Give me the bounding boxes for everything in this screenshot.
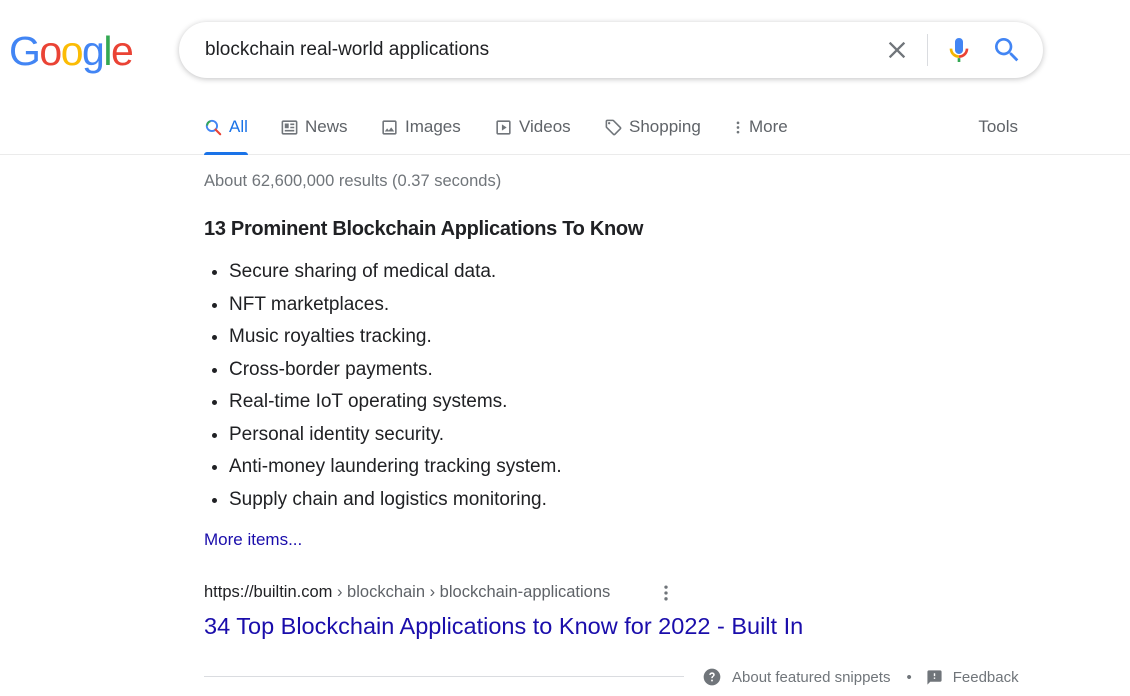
tab-label: More xyxy=(749,117,788,136)
result-url[interactable]: https://builtin.com › blockchain › block… xyxy=(204,583,610,602)
search-icon xyxy=(205,119,222,135)
tab-label: All xyxy=(229,117,248,136)
featured-snippet-list: Secure sharing of medical data. NFT mark… xyxy=(204,256,562,516)
tab-news[interactable]: News xyxy=(280,100,348,154)
news-icon xyxy=(281,119,298,135)
feedback-link[interactable]: Feedback xyxy=(926,669,1019,686)
list-item: Cross-border payments. xyxy=(229,354,562,387)
tab-videos[interactable]: Videos xyxy=(494,100,571,154)
tab-label: News xyxy=(305,117,348,136)
search-box xyxy=(179,22,1043,78)
tools-button[interactable]: Tools xyxy=(978,100,1018,154)
close-icon xyxy=(888,41,906,59)
tab-label: Videos xyxy=(519,117,571,136)
result-path: › blockchain › blockchain-applications xyxy=(332,583,611,601)
tab-label: Shopping xyxy=(629,117,701,136)
search-tabs: All News Images Videos Shopping More Too… xyxy=(0,100,1130,155)
tools-label: Tools xyxy=(978,117,1018,136)
more-vert-icon xyxy=(664,585,668,601)
separator-dot: • xyxy=(906,668,912,686)
search-icon xyxy=(995,38,1019,62)
list-item: Personal identity security. xyxy=(229,419,562,452)
microphone-icon xyxy=(949,38,969,62)
list-item: Real-time IoT operating systems. xyxy=(229,386,562,419)
search-divider xyxy=(927,34,928,66)
featured-snippet-title: 13 Prominent Blockchain Applications To … xyxy=(204,218,644,240)
logo-letter: G xyxy=(9,28,41,74)
tab-shopping[interactable]: Shopping xyxy=(604,100,701,154)
result-options-button[interactable] xyxy=(656,583,676,603)
logo-letter: o xyxy=(39,28,62,74)
list-item: Music royalties tracking. xyxy=(229,321,562,354)
clear-search-button[interactable] xyxy=(883,36,911,64)
google-logo[interactable]: Google xyxy=(9,28,134,74)
about-featured-snippets-link[interactable]: About featured snippets xyxy=(702,667,890,687)
feedback-label: Feedback xyxy=(952,668,1019,686)
result-stats: About 62,600,000 results (0.37 seconds) xyxy=(204,172,502,190)
help-icon xyxy=(703,668,721,686)
list-item: Supply chain and logistics monitoring. xyxy=(229,484,562,517)
logo-letter: g xyxy=(82,28,105,74)
video-icon xyxy=(496,119,511,135)
tab-images[interactable]: Images xyxy=(380,100,461,154)
search-input[interactable] xyxy=(205,22,845,78)
logo-letter: o xyxy=(60,28,84,74)
tab-all[interactable]: All xyxy=(204,100,248,155)
result-title-link[interactable]: 34 Top Blockchain Applications to Know f… xyxy=(204,613,803,640)
logo-letter: e xyxy=(110,28,134,74)
list-item: NFT marketplaces. xyxy=(229,289,562,322)
logo-letter: l xyxy=(103,28,112,74)
image-icon xyxy=(382,119,397,135)
search-submit-button[interactable] xyxy=(991,34,1023,66)
list-item: Secure sharing of medical data. xyxy=(229,256,562,289)
snippet-footer: About featured snippets • Feedback xyxy=(702,666,1019,688)
voice-search-button[interactable] xyxy=(943,34,975,66)
tab-more[interactable]: More xyxy=(730,100,788,154)
more-items-link[interactable]: More items... xyxy=(204,530,302,550)
tag-icon xyxy=(605,119,622,135)
feedback-icon xyxy=(927,669,942,685)
more-vert-icon xyxy=(736,121,740,133)
about-label: About featured snippets xyxy=(732,668,891,686)
divider xyxy=(204,676,684,677)
list-item: Anti-money laundering tracking system. xyxy=(229,451,562,484)
tab-label: Images xyxy=(405,117,461,136)
result-domain: https://builtin.com xyxy=(204,583,333,601)
